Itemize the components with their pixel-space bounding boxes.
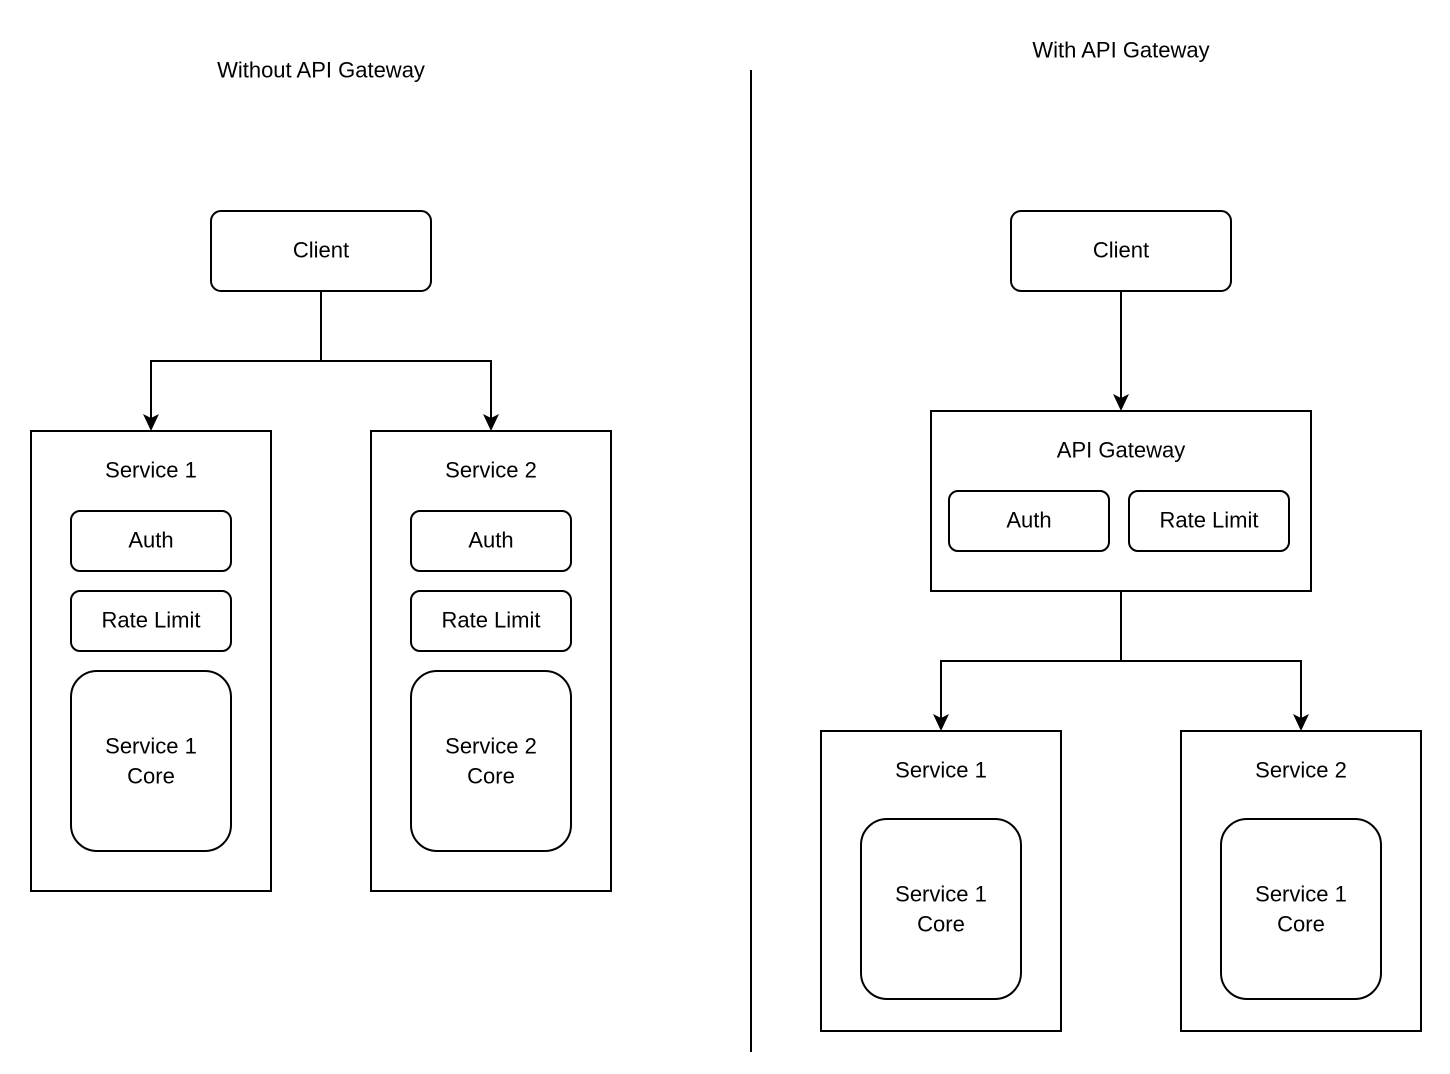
service-1-container[interactable]: Service 1 Auth Rate Limit Service 1 Core	[30, 430, 272, 892]
core-label-line2: Core	[127, 764, 175, 789]
service-title: Service 1	[895, 758, 987, 783]
core-label-line1: Service 1	[1255, 882, 1347, 907]
rate-limit-label: Rate Limit	[441, 608, 540, 633]
left-panel: Without API Gateway Client Service 1 Aut…	[30, 58, 612, 892]
service-2-container[interactable]: Service 2 Auth Rate Limit Service 2 Core	[370, 430, 612, 892]
client-node[interactable]: Client	[210, 210, 432, 292]
right-panel: With API Gateway Client API Gateway Auth…	[820, 38, 1422, 1032]
service-core-module[interactable]: Service 2 Core	[410, 670, 572, 852]
gateway-title: API Gateway	[1057, 438, 1185, 463]
rate-limit-module[interactable]: Rate Limit	[410, 590, 572, 652]
right-panel-title: With API Gateway	[1032, 38, 1209, 63]
core-label-line2: Core	[467, 764, 515, 789]
gateway-to-services-connector	[933, 591, 1309, 731]
rate-limit-module[interactable]: Rate Limit	[70, 590, 232, 652]
client-to-services-connector	[143, 291, 499, 431]
core-label-line2: Core	[917, 912, 965, 937]
core-label-line1: Service 2	[445, 734, 537, 759]
client-node[interactable]: Client	[1010, 210, 1232, 292]
auth-module[interactable]: Auth	[948, 490, 1110, 552]
api-gateway-container[interactable]: API Gateway Auth Rate Limit	[930, 410, 1312, 592]
client-to-gateway-connector	[1113, 291, 1129, 411]
service-core-module[interactable]: Service 1 Core	[1220, 818, 1382, 1000]
service-title: Service 2	[1255, 758, 1347, 783]
diagram-canvas: Without API Gateway Client Service 1 Aut…	[30, 38, 1422, 1052]
rate-limit-label: Rate Limit	[101, 608, 200, 633]
core-label-line1: Service 1	[895, 882, 987, 907]
rate-limit-module[interactable]: Rate Limit	[1128, 490, 1290, 552]
rate-limit-label: Rate Limit	[1159, 508, 1258, 533]
service-core-module[interactable]: Service 1 Core	[860, 818, 1022, 1000]
auth-module[interactable]: Auth	[410, 510, 572, 572]
service-1-container[interactable]: Service 1 Service 1 Core	[820, 730, 1062, 1032]
service-2-container[interactable]: Service 2 Service 1 Core	[1180, 730, 1422, 1032]
auth-label: Auth	[1006, 508, 1051, 533]
auth-module[interactable]: Auth	[70, 510, 232, 572]
left-panel-title: Without API Gateway	[217, 58, 425, 83]
service-title: Service 1	[105, 458, 197, 483]
auth-label: Auth	[468, 528, 513, 553]
client-label: Client	[1093, 238, 1149, 263]
auth-label: Auth	[128, 528, 173, 553]
core-label-line1: Service 1	[105, 734, 197, 759]
service-title: Service 2	[445, 458, 537, 483]
client-label: Client	[293, 238, 349, 263]
core-label-line2: Core	[1277, 912, 1325, 937]
service-core-module[interactable]: Service 1 Core	[70, 670, 232, 852]
